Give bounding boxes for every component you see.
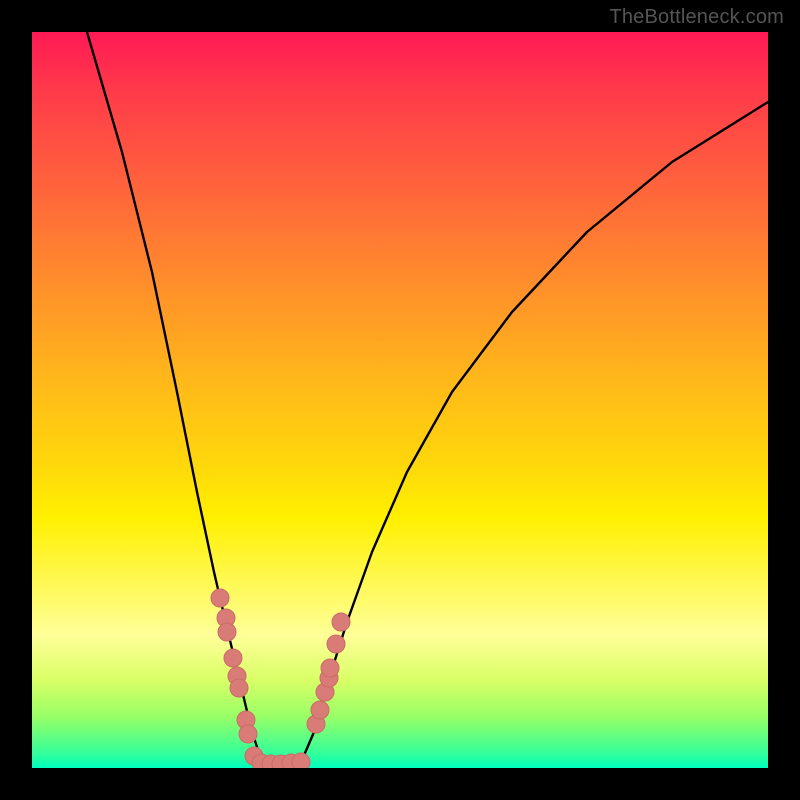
watermark-text: TheBottleneck.com: [609, 6, 784, 29]
marker-point: [321, 659, 339, 677]
chart-svg: [32, 32, 768, 768]
marker-point: [230, 679, 248, 697]
data-markers: [211, 589, 350, 768]
chart-frame: TheBottleneck.com: [0, 0, 800, 800]
marker-point: [224, 649, 242, 667]
marker-point: [239, 725, 257, 743]
marker-point: [332, 613, 350, 631]
plot-area: [32, 32, 768, 768]
marker-point: [211, 589, 229, 607]
marker-point: [311, 701, 329, 719]
marker-point: [327, 635, 345, 653]
curve-bottleneck-curve-right: [302, 102, 768, 760]
marker-point: [292, 753, 310, 768]
bottleneck-curve: [87, 32, 768, 762]
marker-point: [218, 623, 236, 641]
